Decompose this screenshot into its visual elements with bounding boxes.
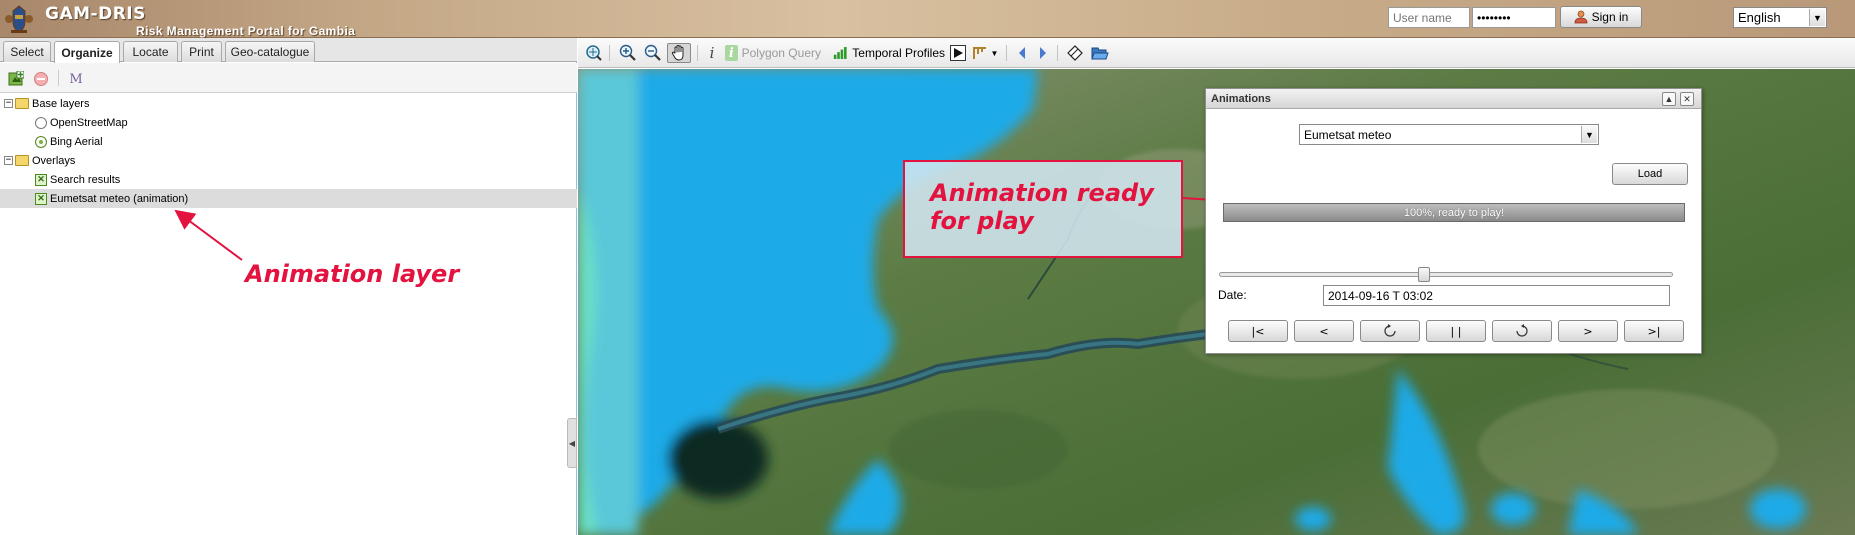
pause-button[interactable]: | | [1426,320,1486,342]
loop-backward-icon [1384,324,1396,337]
progress-text: 100%, ready to play! [1403,206,1505,219]
close-icon: ✕ [1683,93,1691,104]
animations-title-bar[interactable]: Animations [1206,89,1701,109]
time-slider[interactable] [1219,267,1673,282]
first-frame-button[interactable]: |< [1228,320,1288,342]
loading-progress-bar: 100%, ready to play! [1223,203,1685,222]
load-label: Load [1637,168,1663,180]
date-field[interactable] [1323,285,1670,306]
animations-title: Animations [1211,92,1271,105]
loop-forward-icon [1516,324,1528,337]
last-frame-button[interactable]: >| [1624,320,1684,342]
chevron-up-icon: ▲ [1664,94,1674,104]
animations-window: Animations ▲ ✕ Eumetsat meteo ▼ Load 100… [1205,88,1702,354]
date-label: Date: [1218,288,1247,302]
play-backward-button[interactable] [1360,320,1420,342]
load-button[interactable]: Load [1612,163,1688,185]
slider-thumb[interactable] [1418,267,1430,282]
animation-layer-value: Eumetsat meteo [1304,127,1392,142]
play-forward-button[interactable] [1492,320,1552,342]
animation-layer-select[interactable]: Eumetsat meteo ▼ [1299,124,1599,145]
next-frame-button[interactable]: > [1558,320,1618,342]
collapse-window-button[interactable]: ▲ [1662,92,1676,106]
close-window-button[interactable]: ✕ [1680,92,1694,106]
chevron-down-icon: ▼ [1581,126,1597,143]
previous-frame-button[interactable]: < [1294,320,1354,342]
